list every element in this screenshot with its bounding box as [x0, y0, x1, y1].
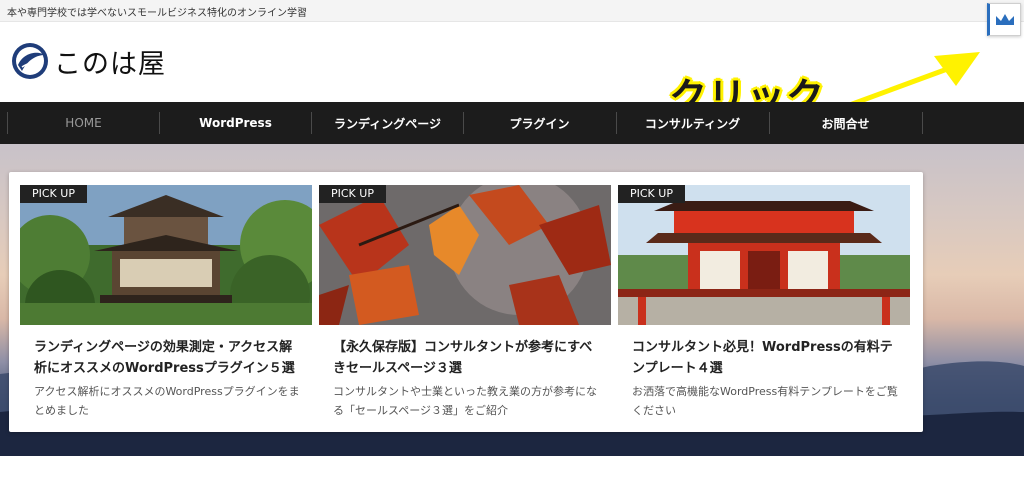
card-title[interactable]: 【永久保存版】コンサルタントが参考にすべきセールスページ３選 [333, 337, 603, 379]
pick-up-badge: PICK UP [20, 185, 87, 203]
site-header: このは屋 クリック [0, 22, 1024, 119]
page: 本や専門学校では学べないスモールビジネス特化のオンライン学習 このは屋 クリック… [0, 0, 1024, 494]
card-thumbnail[interactable]: PICK UP [618, 185, 910, 325]
pickup-card[interactable]: PICK UP ランディングページの効果測定・アクセス解析にオススメのWordP… [20, 185, 312, 425]
nav-item-wordpress[interactable]: WordPress [159, 102, 312, 144]
page-body-background [0, 456, 1024, 494]
card-excerpt: アクセス解析にオススメのWordPressプラグインをまとめました [34, 385, 300, 417]
nav-divider [922, 112, 923, 134]
pickup-panel: PICK UP ランディングページの効果測定・アクセス解析にオススメのWordP… [9, 172, 923, 432]
crown-icon [996, 13, 1014, 25]
maple-leaves-image [319, 185, 611, 325]
card-thumbnail[interactable]: PICK UP [20, 185, 312, 325]
nav-item-home[interactable]: HOME [7, 102, 160, 144]
card-thumbnail[interactable]: PICK UP [319, 185, 611, 325]
nav-item-plugin[interactable]: プラグイン [463, 102, 616, 144]
crown-button[interactable] [987, 3, 1021, 36]
site-name: このは屋 [54, 48, 166, 80]
shrine-gate-image [618, 185, 910, 325]
nav-item-landing-page[interactable]: ランディングページ [311, 102, 464, 144]
card-excerpt: お洒落で高機能なWordPress有料テンプレートをご覧ください [632, 385, 898, 417]
card-title[interactable]: ランディングページの効果測定・アクセス解析にオススメのWordPressプラグイ… [34, 337, 304, 379]
pickup-card[interactable]: PICK UP 【永久保存版】コンサルタントが参考にすべきセールスページ３選 コ… [319, 185, 611, 425]
nav-item-contact[interactable]: お問合せ [769, 102, 922, 144]
card-excerpt: コンサルタントや士業といった教え業の方が参考になる「セールスページ３選」をご紹介 [333, 385, 597, 417]
pick-up-badge: PICK UP [618, 185, 685, 203]
card-title[interactable]: コンサルタント必見！WordPressの有料テンプレート４選 [632, 337, 902, 379]
top-bar: 本や専門学校では学べないスモールビジネス特化のオンライン学習 [0, 0, 1024, 22]
site-tagline: 本や専門学校では学べないスモールビジネス特化のオンライン学習 [7, 8, 307, 19]
main-nav: HOME WordPress ランディングページ プラグイン コンサルティング … [0, 102, 1024, 144]
leaf-logo-icon [12, 43, 48, 79]
nav-item-consulting[interactable]: コンサルティング [616, 102, 769, 144]
pickup-card[interactable]: PICK UP コンサルタント必見！WordPressの有料テンプレート４選 お… [618, 185, 910, 425]
pick-up-badge: PICK UP [319, 185, 386, 203]
temple-image [20, 185, 312, 325]
site-logo[interactable]: このは屋 [10, 41, 166, 81]
